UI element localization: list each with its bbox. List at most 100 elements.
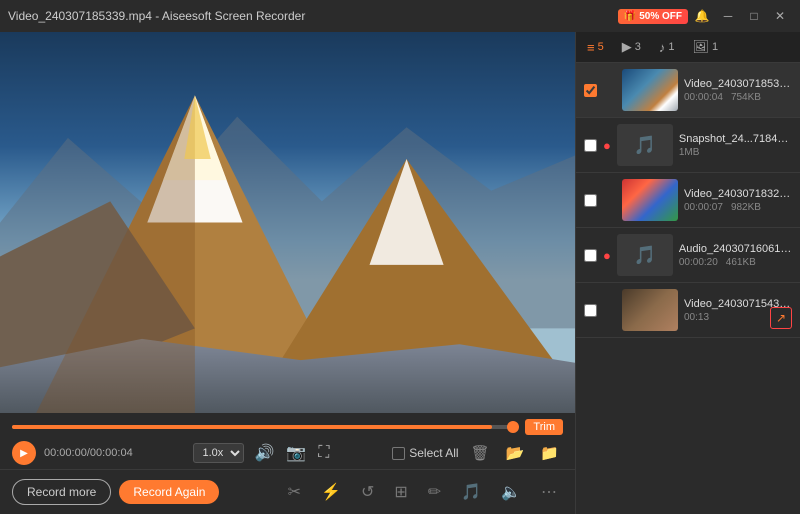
item-checkbox-4[interactable] — [584, 304, 597, 317]
item-name-2: Video_240307183229.mp4 — [684, 188, 792, 200]
bottom-bar: Record more Record Again ✂ ⚡ ↺ ⊞ ✏ 🎵 🔈 ⋯ — [0, 469, 575, 514]
volume-icon[interactable]: 🔊 — [252, 441, 276, 465]
item-duration-2: 00:00:07 — [684, 202, 723, 213]
alert-icon: ● — [603, 138, 611, 153]
time-total: 00:00:04 — [90, 447, 133, 459]
share-button-4[interactable]: ↗ — [770, 307, 792, 329]
main-content: Trim ▶ 00:00:00/00:00:04 1.0x 0.5x 1.5x … — [0, 32, 800, 514]
tab-audio[interactable]: ♪ 1 — [654, 37, 680, 58]
tab-video-count: 3 — [635, 41, 641, 53]
item-size-3: 461KB — [726, 257, 756, 268]
folder-open-icon[interactable]: 📂 — [502, 442, 529, 464]
item-checkbox-2[interactable] — [584, 194, 597, 207]
play-button[interactable]: ▶ — [12, 441, 36, 465]
record-more-button[interactable]: Record more — [12, 479, 111, 505]
tab-image-count: 1 — [712, 41, 718, 53]
item-name-1: Snapshot_24...7184042.png — [679, 133, 792, 145]
folder-icon[interactable]: 📁 — [536, 442, 563, 464]
time-current: 00:00:00 — [44, 447, 87, 459]
item-meta-0: 00:00:04 754KB — [684, 92, 792, 103]
adjust-icon[interactable]: ⚡ — [315, 478, 347, 506]
item-size-0: 754KB — [731, 92, 761, 103]
select-all-checkbox[interactable] — [392, 447, 405, 460]
item-info-0: Video_240307185339.mp4 00:00:04 754KB — [684, 78, 792, 103]
item-meta-2: 00:00:07 982KB — [684, 202, 792, 213]
tabs-row: ≡ 5 ▶ 3 ♪ 1 🖼 1 — [576, 32, 800, 63]
audio-adj-icon[interactable]: 🎵 — [455, 478, 487, 506]
controls-bar: Trim ▶ 00:00:00/00:00:04 1.0x 0.5x 1.5x … — [0, 413, 575, 469]
item-checkbox-0[interactable] — [584, 84, 597, 97]
tab-all[interactable]: ≡ 5 — [582, 37, 609, 58]
item-meta-3: 00:00:20 461KB — [679, 257, 792, 268]
copy-icon[interactable]: ⊞ — [388, 478, 413, 506]
item-info-1: Snapshot_24...7184042.png 1MB — [679, 133, 792, 158]
tab-video-icon: ▶ — [622, 39, 632, 55]
alert-icon: ● — [603, 248, 611, 263]
tab-all-icon: ≡ — [587, 40, 595, 55]
titlebar: Video_240307185339.mp4 - Aiseesoft Scree… — [0, 0, 800, 32]
gift-icon: 🎁 — [624, 11, 636, 22]
audio-thumb-icon: 🎵 — [634, 135, 656, 156]
progress-fill — [12, 425, 492, 429]
app-title: Video_240307185339.mp4 - Aiseesoft Scree… — [8, 9, 305, 23]
tab-audio-count: 1 — [668, 41, 674, 53]
sound-icon[interactable]: 🔈 — [495, 478, 527, 506]
item-checkbox-3[interactable] — [584, 249, 597, 262]
tab-all-count: 5 — [598, 41, 604, 53]
select-all-row: Select All — [392, 446, 458, 460]
recording-item[interactable]: Video_240307154314.mp4 00:13 ↗ — [576, 283, 800, 338]
speed-select[interactable]: 1.0x 0.5x 1.5x 2.0x — [193, 443, 244, 463]
time-display: 00:00:00/00:00:04 — [44, 447, 133, 459]
recording-item[interactable]: ● 🎵 Audio_240307160615.mp3 00:00:20 461K… — [576, 228, 800, 283]
video-area — [0, 32, 575, 413]
record-again-button[interactable]: Record Again — [119, 480, 219, 504]
recordings-list[interactable]: Video_240307185339.mp4 00:00:04 754KB ● … — [576, 63, 800, 514]
trim-button[interactable]: Trim — [525, 419, 563, 435]
select-all-label: Select All — [409, 446, 458, 460]
promo-text: 50% OFF — [639, 11, 682, 22]
promo-badge[interactable]: 🎁 50% OFF — [618, 9, 688, 24]
recording-item[interactable]: Video_240307183229.mp4 00:00:07 982KB — [576, 173, 800, 228]
item-checkbox-1[interactable] — [584, 139, 597, 152]
right-panel: ≡ 5 ▶ 3 ♪ 1 🖼 1 Video_2 — [575, 32, 800, 514]
delete-icon[interactable]: 🗑 — [467, 442, 494, 464]
close-btn[interactable]: ✕ — [768, 4, 792, 28]
tab-audio-icon: ♪ — [659, 40, 666, 55]
maximize-btn[interactable]: □ — [742, 4, 766, 28]
item-thumbnail-2 — [622, 179, 678, 221]
item-info-3: Audio_240307160615.mp3 00:00:20 461KB — [679, 243, 792, 268]
item-info-2: Video_240307183229.mp4 00:00:07 982KB — [684, 188, 792, 213]
audio-thumb-icon: 🎵 — [634, 245, 656, 266]
item-duration-4: 00:13 — [684, 312, 709, 323]
progress-container: Trim — [12, 419, 563, 435]
left-panel: Trim ▶ 00:00:00/00:00:04 1.0x 0.5x 1.5x … — [0, 32, 575, 514]
recording-item[interactable]: ● 🎵 Snapshot_24...7184042.png 1MB — [576, 118, 800, 173]
item-thumbnail-1: 🎵 — [617, 124, 673, 166]
item-name-0: Video_240307185339.mp4 — [684, 78, 792, 90]
item-meta-1: 1MB — [679, 147, 792, 158]
item-name-3: Audio_240307160615.mp3 — [679, 243, 792, 255]
item-duration-0: 00:00:04 — [684, 92, 723, 103]
tab-image[interactable]: 🖼 1 — [687, 36, 723, 58]
playback-row: ▶ 00:00:00/00:00:04 1.0x 0.5x 1.5x 2.0x … — [12, 441, 563, 465]
rotate-icon[interactable]: ↺ — [355, 478, 380, 506]
edit-icon[interactable]: ✏ — [422, 478, 447, 506]
item-duration-3: 00:00:20 — [679, 257, 718, 268]
cut-icon[interactable]: ✂ — [282, 478, 307, 506]
camera-icon[interactable]: 📷 — [284, 441, 308, 465]
recording-item[interactable]: Video_240307185339.mp4 00:00:04 754KB — [576, 63, 800, 118]
item-size-2: 982KB — [731, 202, 761, 213]
progress-thumb — [507, 421, 519, 433]
item-thumbnail-4 — [622, 289, 678, 331]
more-icon[interactable]: ⋯ — [535, 478, 563, 506]
titlebar-right: 🎁 50% OFF 🔔 ─ □ ✕ — [618, 4, 792, 28]
progress-track[interactable] — [12, 425, 517, 429]
tab-image-icon: 🖼 — [692, 39, 709, 55]
fullscreen-icon[interactable]: ⛶ — [316, 442, 331, 464]
item-thumbnail-0 — [622, 69, 678, 111]
titlebar-left: Video_240307185339.mp4 - Aiseesoft Scree… — [8, 9, 305, 23]
notification-btn[interactable]: 🔔 — [690, 4, 714, 28]
minimize-btn[interactable]: ─ — [716, 4, 740, 28]
item-size-1: 1MB — [679, 147, 700, 158]
tab-video[interactable]: ▶ 3 — [617, 36, 646, 58]
